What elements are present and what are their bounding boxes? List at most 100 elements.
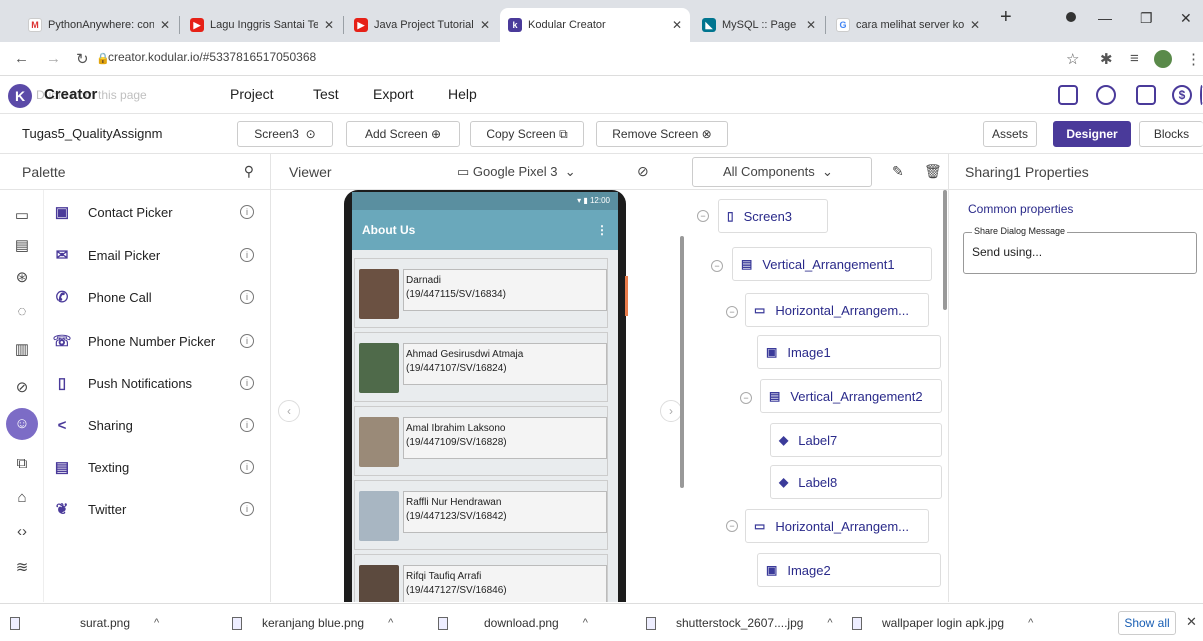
add-screen-button[interactable]: Add Screen ⊕ [346, 121, 460, 147]
download-item[interactable]: download.png ^ [438, 616, 588, 630]
browser-tab[interactable]: ▶ Java Project Tutorial - ✕ [346, 8, 498, 42]
layout-icon[interactable]: ▤ [12, 236, 32, 256]
menu-project[interactable]: Project [230, 86, 274, 102]
code-icon[interactable]: ‹› [12, 522, 32, 542]
download-item[interactable]: keranjang blue.png ^ [232, 616, 393, 630]
show-all-button[interactable]: Show all [1118, 611, 1176, 635]
palette-item-phone-call[interactable]: ✆ Phone Call i [52, 277, 270, 317]
tree-node-image1[interactable]: ▣ Image1 [757, 335, 941, 369]
designer-button[interactable]: Designer [1053, 121, 1131, 147]
info-icon[interactable]: i [240, 334, 254, 348]
drawing-icon[interactable]: ◌ [12, 302, 32, 322]
student-card[interactable]: Raffli Nur Hendrawan (19/447123/SV/16842) [354, 480, 608, 550]
edit-icon[interactable]: ✎ [892, 163, 904, 180]
search-icon[interactable]: ⚲ [244, 163, 254, 180]
palette-item-twitter[interactable]: ❦ Twitter i [52, 489, 270, 529]
user-interface-icon[interactable]: ▭ [12, 206, 32, 226]
collapse-icon[interactable]: − [711, 260, 723, 272]
close-icon[interactable]: ✕ [970, 18, 980, 32]
info-icon[interactable]: i [240, 502, 254, 516]
companion-icon[interactable] [1096, 85, 1116, 105]
extensions-icon[interactable]: ✱ [1100, 50, 1113, 68]
copy-screen-button[interactable]: Copy Screen ⧉ [470, 121, 584, 147]
download-item[interactable]: shutterstock_2607....jpg ^ [646, 616, 833, 630]
reload-icon[interactable]: ↻ [76, 50, 89, 68]
feed-icon[interactable]: ≋ [12, 558, 32, 578]
tree-node-label7[interactable]: ◆ Label7 [770, 423, 942, 457]
chevron-up-icon[interactable]: ^ [827, 617, 832, 629]
components-filter-dropdown[interactable]: All Components ⌄ [692, 157, 872, 187]
new-tab-icon[interactable]: + [1000, 6, 1012, 29]
tree-node-vertical-arrangement1[interactable]: ▤ Vertical_Arrangement1 [732, 247, 932, 281]
projects-icon[interactable] [1136, 85, 1156, 105]
student-card[interactable]: Rifqi Taufiq Arrafi (19/447127/SV/16846) [354, 554, 608, 602]
close-icon[interactable]: ✕ [160, 18, 170, 32]
chevron-up-icon[interactable]: ^ [583, 617, 588, 629]
chevron-up-icon[interactable]: ^ [154, 617, 159, 629]
student-card[interactable]: Ahmad Gesirusdwi Atmaja (19/447107/SV/168… [354, 332, 608, 402]
record-icon[interactable] [1066, 12, 1076, 22]
info-icon[interactable]: i [240, 205, 254, 219]
components-scrollbar[interactable] [943, 190, 947, 310]
palette-item-push-notifications[interactable]: ▯ Push Notifications i [52, 363, 270, 403]
chevron-up-icon[interactable]: ^ [1028, 617, 1033, 629]
reading-list-icon[interactable]: ≡ [1130, 50, 1139, 67]
url-field[interactable]: creator.kodular.io/#5337816517050368 [108, 50, 316, 64]
close-icon[interactable]: ✕ [672, 18, 682, 32]
menu-help[interactable]: Help [448, 86, 477, 102]
menu-test[interactable]: Test [313, 86, 339, 102]
browser-tab-active[interactable]: k Kodular Creator ✕ [500, 8, 690, 42]
download-item[interactable]: surat.png ^ [10, 616, 159, 630]
info-icon[interactable]: i [240, 248, 254, 262]
screen-selector[interactable]: Screen3 ⊙ [237, 121, 333, 147]
collapse-icon[interactable]: − [740, 392, 752, 404]
close-icon[interactable]: ✕ [480, 18, 490, 32]
avatar[interactable] [1154, 50, 1172, 68]
minimize-icon[interactable]: — [1098, 10, 1112, 26]
browser-tab[interactable]: M PythonAnywhere: conf ✕ [20, 8, 178, 42]
star-icon[interactable]: ☆ [1066, 50, 1079, 68]
assets-button[interactable]: Assets [983, 121, 1037, 147]
phone-scrollbar[interactable] [625, 276, 628, 316]
forward-icon[interactable]: → [46, 50, 61, 67]
info-icon[interactable]: i [240, 290, 254, 304]
tree-node-horizontal-arrangement[interactable]: ▭ Horizontal_Arrangem... [745, 509, 929, 543]
palette-item-email-picker[interactable]: ✉ Email Picker i [52, 235, 270, 275]
info-icon[interactable]: i [240, 418, 254, 432]
tree-node-image2[interactable]: ▣ Image2 [757, 553, 941, 587]
viewer-next-icon[interactable]: › [660, 400, 682, 422]
close-icon[interactable]: ✕ [324, 18, 334, 32]
student-card[interactable]: Amal Ibrahim Laksono (19/447109/SV/16828) [354, 406, 608, 476]
palette-item-texting[interactable]: ▤ Texting i [52, 447, 270, 487]
remove-screen-button[interactable]: Remove Screen ⊗ [596, 121, 728, 147]
browser-tab[interactable]: ▶ Lagu Inggris Santai Te ✕ [182, 8, 342, 42]
palette-item-sharing[interactable]: < Sharing i [52, 405, 270, 445]
connectivity-icon[interactable]: ⌂ [12, 488, 32, 508]
info-icon[interactable]: i [240, 376, 254, 390]
close-window-icon[interactable]: ✕ [1180, 10, 1192, 27]
sensors-icon[interactable]: ⊘ [12, 378, 32, 398]
restore-icon[interactable]: ❐ [1140, 10, 1153, 27]
back-icon[interactable]: ← [14, 50, 29, 67]
close-icon[interactable]: ✕ [1186, 614, 1197, 630]
storage-icon[interactable]: ⧉ [12, 454, 32, 474]
tree-node-label8[interactable]: ◆ Label8 [770, 465, 942, 499]
blocks-button[interactable]: Blocks [1139, 121, 1203, 147]
viewer-prev-icon[interactable]: ‹ [278, 400, 300, 422]
collapse-icon[interactable]: − [697, 210, 709, 222]
maps-icon[interactable]: ▥ [12, 340, 32, 360]
hide-components-icon[interactable]: ⊘ [637, 163, 649, 180]
tree-node-horizontal-arrangement[interactable]: ▭ Horizontal_Arrangem... [745, 293, 929, 327]
tree-node-screen3[interactable]: ▯ Screen3 [718, 199, 828, 233]
import-icon[interactable] [1058, 85, 1078, 105]
collapse-icon[interactable]: − [726, 520, 738, 532]
media-icon[interactable]: ⊛ [12, 268, 32, 288]
device-selector[interactable]: ▭ Google Pixel 3 ⌄ [457, 164, 576, 180]
tree-node-vertical-arrangement2[interactable]: ▤ Vertical_Arrangement2 [760, 379, 942, 413]
browser-tab[interactable]: G cara melihat server ko ✕ [828, 8, 988, 42]
palette-item-contact-picker[interactable]: ▣ Contact Picker i [52, 192, 270, 232]
info-icon[interactable]: i [240, 460, 254, 474]
collapse-icon[interactable]: − [726, 306, 738, 318]
close-icon[interactable]: ✕ [806, 18, 816, 32]
download-item[interactable]: wallpaper login apk.jpg ^ [852, 616, 1033, 630]
